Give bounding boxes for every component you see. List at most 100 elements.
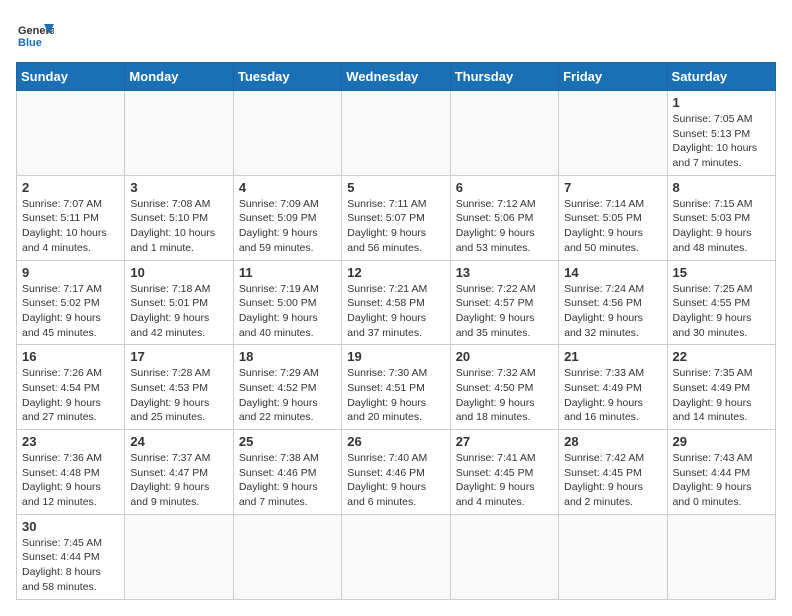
day-number: 8 (673, 180, 770, 195)
calendar-cell (342, 91, 450, 176)
day-number: 5 (347, 180, 444, 195)
day-number: 30 (22, 519, 119, 534)
calendar-cell: 20 Sunrise: 7:32 AM Sunset: 4:50 PM Dayli… (450, 345, 558, 430)
weekday-header-friday: Friday (559, 63, 667, 91)
day-info: Sunrise: 7:32 AM Sunset: 4:50 PM Dayligh… (456, 366, 553, 425)
day-info: Sunrise: 7:28 AM Sunset: 4:53 PM Dayligh… (130, 366, 227, 425)
day-number: 12 (347, 265, 444, 280)
page: General Blue SundayMondayTuesdayWednesda… (0, 0, 792, 616)
calendar-cell: 10 Sunrise: 7:18 AM Sunset: 5:01 PM Dayli… (125, 260, 233, 345)
day-info: Sunrise: 7:30 AM Sunset: 4:51 PM Dayligh… (347, 366, 444, 425)
calendar-cell (17, 91, 125, 176)
calendar-cell: 6 Sunrise: 7:12 AM Sunset: 5:06 PM Daylig… (450, 175, 558, 260)
calendar-cell: 2Sunrise: 7:07 AM Sunset: 5:11 PM Daylig… (17, 175, 125, 260)
weekday-header-monday: Monday (125, 63, 233, 91)
calendar-cell: 1Sunrise: 7:05 AM Sunset: 5:13 PM Daylig… (667, 91, 775, 176)
calendar-cell: 8 Sunrise: 7:15 AM Sunset: 5:03 PM Daylig… (667, 175, 775, 260)
day-info: Sunrise: 7:29 AM Sunset: 4:52 PM Dayligh… (239, 366, 336, 425)
calendar-cell: 29Sunrise: 7:43 AM Sunset: 4:44 PM Dayli… (667, 430, 775, 515)
day-number: 2 (22, 180, 119, 195)
day-info: Sunrise: 7:40 AM Sunset: 4:46 PM Dayligh… (347, 451, 444, 510)
day-number: 27 (456, 434, 553, 449)
generalblue-logo-icon: General Blue (16, 16, 54, 54)
calendar-cell: 24 Sunrise: 7:37 AM Sunset: 4:47 PM Dayli… (125, 430, 233, 515)
day-info: Sunrise: 7:17 AM Sunset: 5:02 PM Dayligh… (22, 282, 119, 341)
weekday-header-saturday: Saturday (667, 63, 775, 91)
calendar-cell: 9 Sunrise: 7:17 AM Sunset: 5:02 PM Daylig… (17, 260, 125, 345)
day-info: Sunrise: 7:14 AM Sunset: 5:05 PM Dayligh… (564, 197, 661, 256)
weekday-header-sunday: Sunday (17, 63, 125, 91)
day-number: 10 (130, 265, 227, 280)
day-info: Sunrise: 7:15 AM Sunset: 5:03 PM Dayligh… (673, 197, 770, 256)
calendar-cell: 13Sunrise: 7:22 AM Sunset: 4:57 PM Dayli… (450, 260, 558, 345)
day-number: 19 (347, 349, 444, 364)
calendar-cell: 18 Sunrise: 7:29 AM Sunset: 4:52 PM Dayli… (233, 345, 341, 430)
day-number: 11 (239, 265, 336, 280)
calendar-week-row: 16 Sunrise: 7:26 AM Sunset: 4:54 PM Dayli… (17, 345, 776, 430)
weekday-header-tuesday: Tuesday (233, 63, 341, 91)
day-info: Sunrise: 7:09 AM Sunset: 5:09 PM Dayligh… (239, 197, 336, 256)
calendar-cell (125, 91, 233, 176)
calendar-cell: 7 Sunrise: 7:14 AM Sunset: 5:05 PM Daylig… (559, 175, 667, 260)
calendar-week-row: 9 Sunrise: 7:17 AM Sunset: 5:02 PM Daylig… (17, 260, 776, 345)
calendar-cell: 17 Sunrise: 7:28 AM Sunset: 4:53 PM Dayli… (125, 345, 233, 430)
calendar-cell: 26 Sunrise: 7:40 AM Sunset: 4:46 PM Dayli… (342, 430, 450, 515)
calendar-cell: 15Sunrise: 7:25 AM Sunset: 4:55 PM Dayli… (667, 260, 775, 345)
calendar-cell: 19 Sunrise: 7:30 AM Sunset: 4:51 PM Dayli… (342, 345, 450, 430)
calendar-cell: 11Sunrise: 7:19 AM Sunset: 5:00 PM Dayli… (233, 260, 341, 345)
day-number: 4 (239, 180, 336, 195)
calendar-cell: 22Sunrise: 7:35 AM Sunset: 4:49 PM Dayli… (667, 345, 775, 430)
calendar-table: SundayMondayTuesdayWednesdayThursdayFrid… (16, 62, 776, 600)
day-info: Sunrise: 7:26 AM Sunset: 4:54 PM Dayligh… (22, 366, 119, 425)
calendar-cell (667, 514, 775, 599)
calendar-cell: 5 Sunrise: 7:11 AM Sunset: 5:07 PM Daylig… (342, 175, 450, 260)
logo: General Blue (16, 16, 54, 54)
day-number: 23 (22, 434, 119, 449)
weekday-header-wednesday: Wednesday (342, 63, 450, 91)
day-number: 6 (456, 180, 553, 195)
day-info: Sunrise: 7:41 AM Sunset: 4:45 PM Dayligh… (456, 451, 553, 510)
day-info: Sunrise: 7:36 AM Sunset: 4:48 PM Dayligh… (22, 451, 119, 510)
svg-text:Blue: Blue (18, 37, 42, 49)
calendar-cell: 27 Sunrise: 7:41 AM Sunset: 4:45 PM Dayli… (450, 430, 558, 515)
day-info: Sunrise: 7:05 AM Sunset: 5:13 PM Dayligh… (673, 112, 770, 171)
day-info: Sunrise: 7:45 AM Sunset: 4:44 PM Dayligh… (22, 536, 119, 595)
calendar-cell (450, 514, 558, 599)
day-number: 26 (347, 434, 444, 449)
day-number: 22 (673, 349, 770, 364)
day-info: Sunrise: 7:08 AM Sunset: 5:10 PM Dayligh… (130, 197, 227, 256)
day-number: 7 (564, 180, 661, 195)
calendar-week-row: 1Sunrise: 7:05 AM Sunset: 5:13 PM Daylig… (17, 91, 776, 176)
day-info: Sunrise: 7:12 AM Sunset: 5:06 PM Dayligh… (456, 197, 553, 256)
day-number: 21 (564, 349, 661, 364)
weekday-header-thursday: Thursday (450, 63, 558, 91)
day-number: 24 (130, 434, 227, 449)
day-info: Sunrise: 7:11 AM Sunset: 5:07 PM Dayligh… (347, 197, 444, 256)
day-number: 9 (22, 265, 119, 280)
calendar-cell: 30 Sunrise: 7:45 AM Sunset: 4:44 PM Dayli… (17, 514, 125, 599)
day-info: Sunrise: 7:24 AM Sunset: 4:56 PM Dayligh… (564, 282, 661, 341)
weekday-header-row: SundayMondayTuesdayWednesdayThursdayFrid… (17, 63, 776, 91)
calendar-cell: 4 Sunrise: 7:09 AM Sunset: 5:09 PM Daylig… (233, 175, 341, 260)
calendar-week-row: 23 Sunrise: 7:36 AM Sunset: 4:48 PM Dayli… (17, 430, 776, 515)
calendar-cell (125, 514, 233, 599)
day-number: 18 (239, 349, 336, 364)
day-info: Sunrise: 7:37 AM Sunset: 4:47 PM Dayligh… (130, 451, 227, 510)
day-number: 16 (22, 349, 119, 364)
day-number: 25 (239, 434, 336, 449)
day-info: Sunrise: 7:18 AM Sunset: 5:01 PM Dayligh… (130, 282, 227, 341)
calendar-cell: 16 Sunrise: 7:26 AM Sunset: 4:54 PM Dayli… (17, 345, 125, 430)
day-info: Sunrise: 7:43 AM Sunset: 4:44 PM Dayligh… (673, 451, 770, 510)
day-number: 14 (564, 265, 661, 280)
calendar-week-row: 2Sunrise: 7:07 AM Sunset: 5:11 PM Daylig… (17, 175, 776, 260)
day-info: Sunrise: 7:25 AM Sunset: 4:55 PM Dayligh… (673, 282, 770, 341)
calendar-cell: 25Sunrise: 7:38 AM Sunset: 4:46 PM Dayli… (233, 430, 341, 515)
day-number: 3 (130, 180, 227, 195)
day-number: 20 (456, 349, 553, 364)
calendar-cell: 28Sunrise: 7:42 AM Sunset: 4:45 PM Dayli… (559, 430, 667, 515)
day-info: Sunrise: 7:42 AM Sunset: 4:45 PM Dayligh… (564, 451, 661, 510)
day-number: 17 (130, 349, 227, 364)
calendar-cell: 14 Sunrise: 7:24 AM Sunset: 4:56 PM Dayli… (559, 260, 667, 345)
day-info: Sunrise: 7:33 AM Sunset: 4:49 PM Dayligh… (564, 366, 661, 425)
calendar-cell (559, 514, 667, 599)
